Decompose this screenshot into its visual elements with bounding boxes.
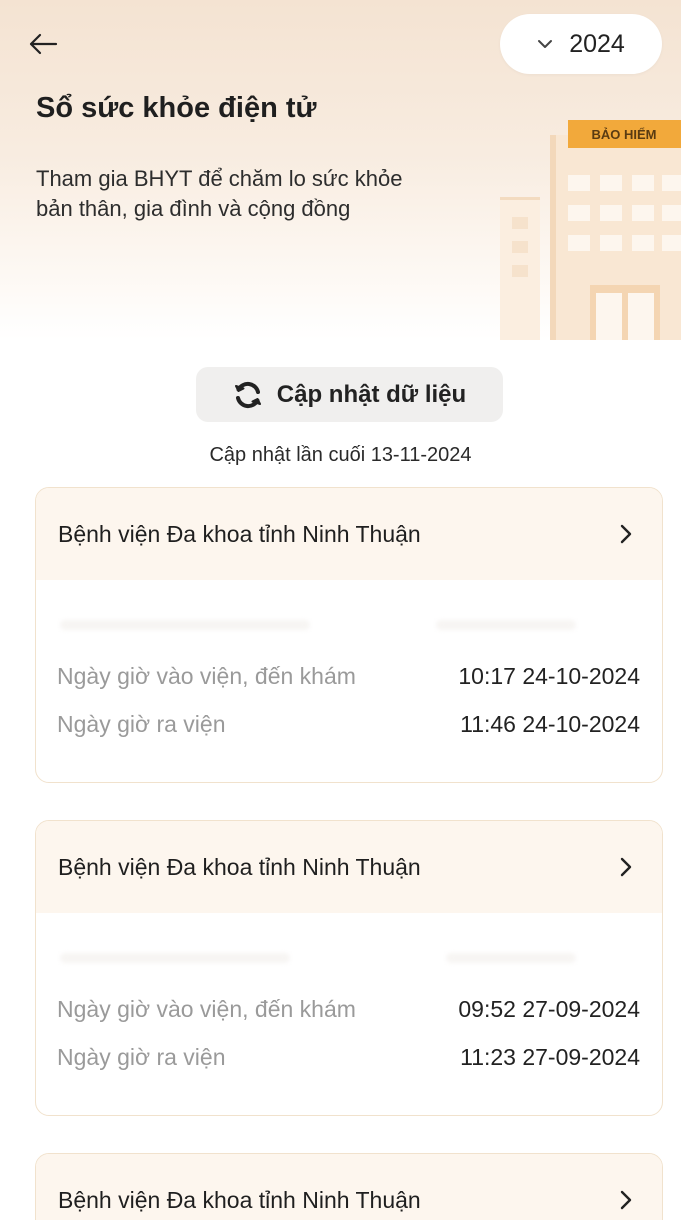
- page-title: Sổ sức khỏe điện tử: [36, 92, 317, 124]
- hospital-name: Bệnh viện Đa khoa tỉnh Ninh Thuận: [58, 520, 421, 547]
- admit-value: 09:52 27-09-2024: [458, 995, 640, 1022]
- year-select[interactable]: 2024: [500, 14, 662, 74]
- refresh-data-button[interactable]: Cập nhật dữ liệu: [196, 367, 503, 422]
- redacted-line: [436, 620, 576, 630]
- hospital-name: Bệnh viện Đa khoa tỉnh Ninh Thuận: [58, 1186, 421, 1213]
- visit-card: Bệnh viện Đa khoa tỉnh Ninh Thuận Ngày g…: [35, 487, 663, 783]
- visit-card-header[interactable]: Bệnh viện Đa khoa tỉnh Ninh Thuận: [36, 821, 662, 913]
- chevron-right-icon: [620, 857, 632, 877]
- admit-row: Ngày giờ vào viện, đến khám 09:52 27-09-…: [57, 994, 640, 1024]
- discharge-row: Ngày giờ ra viện 11:46 24-10-2024: [57, 709, 640, 739]
- hospital-building-illustration: BẢO HIỂM: [500, 120, 681, 340]
- discharge-label: Ngày giờ ra viện: [57, 710, 226, 737]
- hospital-name: Bệnh viện Đa khoa tỉnh Ninh Thuận: [58, 853, 421, 880]
- chevron-right-icon: [620, 524, 632, 544]
- year-value: 2024: [569, 29, 625, 58]
- discharge-value: 11:23 27-09-2024: [460, 1043, 640, 1070]
- refresh-icon: [234, 381, 261, 408]
- discharge-row: Ngày giờ ra viện 11:23 27-09-2024: [57, 1042, 640, 1072]
- redacted-line: [60, 620, 310, 630]
- refresh-button-label: Cập nhật dữ liệu: [276, 380, 467, 408]
- visit-card: Bệnh viện Đa khoa tỉnh Ninh Thuận Ngày g…: [35, 820, 663, 1116]
- visit-card: Bệnh viện Đa khoa tỉnh Ninh Thuận: [35, 1153, 663, 1220]
- discharge-value: 11:46 24-10-2024: [460, 710, 640, 737]
- visit-card-body: Ngày giờ vào viện, đến khám 09:52 27-09-…: [36, 913, 662, 1115]
- visit-card-header[interactable]: Bệnh viện Đa khoa tỉnh Ninh Thuận: [36, 1154, 662, 1220]
- admit-label: Ngày giờ vào viện, đến khám: [57, 662, 356, 689]
- page-subtitle: Tham gia BHYT để chăm lo sức khỏe bản th…: [36, 166, 403, 221]
- last-update-text: Cập nhật lần cuối 13-11-2024: [209, 444, 472, 466]
- building-sign-text: BẢO HIỂM: [592, 127, 657, 142]
- redacted-line: [60, 953, 290, 963]
- arrow-left-icon: [29, 33, 58, 55]
- back-button[interactable]: [28, 22, 72, 66]
- discharge-label: Ngày giờ ra viện: [57, 1043, 226, 1070]
- chevron-down-icon: [537, 36, 553, 52]
- chevron-right-icon: [620, 1190, 632, 1210]
- visit-card-header[interactable]: Bệnh viện Đa khoa tỉnh Ninh Thuận: [36, 488, 662, 580]
- header-banner: 2024 Sổ sức khỏe điện tử Tham gia BHYT đ…: [0, 0, 681, 340]
- admit-value: 10:17 24-10-2024: [458, 662, 640, 689]
- redacted-line: [446, 953, 576, 963]
- visit-card-body: Ngày giờ vào viện, đến khám 10:17 24-10-…: [36, 580, 662, 782]
- admit-row: Ngày giờ vào viện, đến khám 10:17 24-10-…: [57, 661, 640, 691]
- admit-label: Ngày giờ vào viện, đến khám: [57, 995, 356, 1022]
